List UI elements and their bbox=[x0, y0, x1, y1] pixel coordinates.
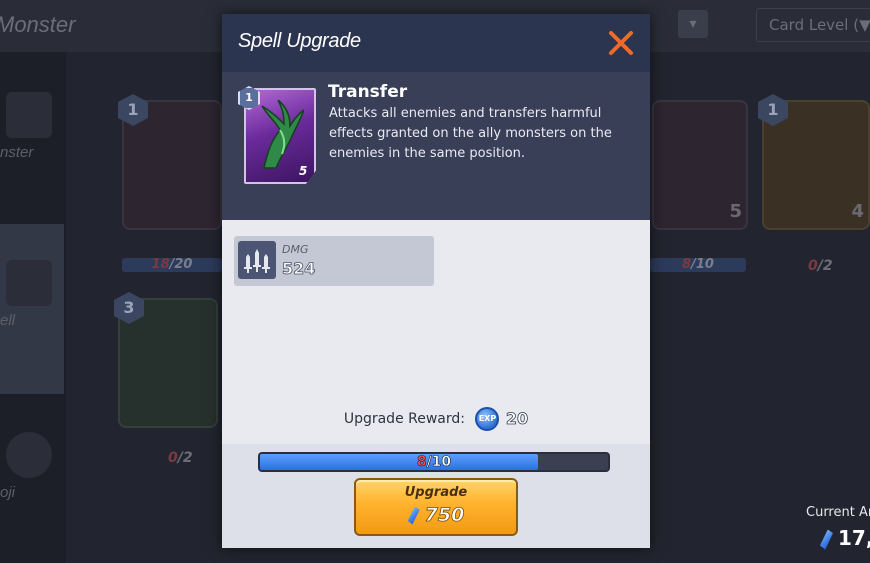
card-tile[interactable]: 3 bbox=[114, 292, 218, 428]
spell-upgrade-modal: Spell Upgrade 1 5 Transfer Attacks all e… bbox=[222, 14, 650, 548]
spell-card: 1 5 bbox=[238, 86, 318, 184]
progress-text: 8/10 bbox=[416, 454, 452, 471]
upgrade-reward: Upgrade Reward: EXP 20 bbox=[222, 406, 650, 432]
gem-icon bbox=[407, 506, 420, 525]
upgrade-button[interactable]: Upgrade 750 bbox=[354, 478, 518, 536]
card-level-badge: 1 bbox=[758, 94, 788, 126]
gem-icon bbox=[820, 529, 833, 550]
monster-icon bbox=[6, 92, 52, 138]
stat-box-dmg: DMG 524 bbox=[234, 236, 434, 286]
sidebar-item-spell[interactable]: ell bbox=[0, 224, 64, 394]
currency-value: 17, bbox=[820, 526, 870, 550]
sidebar-item-label: oji bbox=[0, 484, 16, 501]
modal-header: Spell Upgrade bbox=[222, 14, 650, 72]
sidebar-item-label: nster bbox=[0, 144, 34, 161]
sidebar-item-monster[interactable]: nster bbox=[0, 92, 64, 161]
card-level-badge: 1 bbox=[118, 94, 148, 126]
card-cost: 5 bbox=[729, 201, 742, 222]
modal-footer: 8/10 Upgrade 750 bbox=[222, 444, 650, 548]
sidebar-item-label: ell bbox=[0, 312, 16, 329]
card-count: 8/10 bbox=[650, 258, 746, 272]
emoji-icon bbox=[6, 432, 52, 478]
exp-icon: EXP bbox=[475, 407, 500, 431]
card-tile[interactable]: 5 bbox=[652, 100, 748, 230]
filter-dropdown[interactable]: ▾ bbox=[678, 10, 708, 38]
upgrade-button-label: Upgrade bbox=[404, 485, 468, 500]
background-sidebar: nster ell oji bbox=[0, 52, 66, 563]
sort-dropdown[interactable]: Card Level (▼ bbox=[756, 8, 870, 42]
background-page-title: Monster bbox=[0, 12, 76, 37]
card-tile[interactable]: 1 bbox=[118, 94, 222, 230]
spell-icon bbox=[6, 260, 52, 306]
close-button[interactable] bbox=[606, 28, 636, 58]
reward-value: 20 bbox=[505, 409, 529, 429]
modal-title: Spell Upgrade bbox=[238, 30, 361, 52]
upgrade-cost: 750 bbox=[356, 504, 516, 526]
spell-cost: 5 bbox=[299, 164, 308, 178]
card-count: 0/2 bbox=[808, 258, 833, 274]
card-level-badge: 3 bbox=[114, 292, 144, 324]
card-tile[interactable]: 1 4 bbox=[758, 94, 870, 230]
currency-label: Current Ar bbox=[806, 505, 870, 520]
swords-icon bbox=[238, 241, 276, 279]
spell-description: Attacks all enemies and transfers harmfu… bbox=[329, 106, 612, 161]
close-icon bbox=[609, 31, 633, 55]
card-count: 0/2 bbox=[168, 450, 193, 466]
stat-value: 524 bbox=[282, 259, 316, 279]
reward-label: Upgrade Reward: bbox=[343, 411, 465, 427]
spell-name: Transfer bbox=[328, 82, 408, 102]
card-progress-bar: 8/10 bbox=[258, 452, 610, 472]
card-count: 18/20 bbox=[122, 258, 222, 272]
card-cost: 4 bbox=[851, 201, 864, 222]
stat-label: DMG bbox=[282, 243, 309, 256]
spell-info-panel: 1 5 Transfer Attacks all enemies and tra… bbox=[222, 72, 650, 220]
sidebar-item-emoji[interactable]: oji bbox=[0, 432, 64, 501]
claw-icon bbox=[261, 100, 304, 169]
